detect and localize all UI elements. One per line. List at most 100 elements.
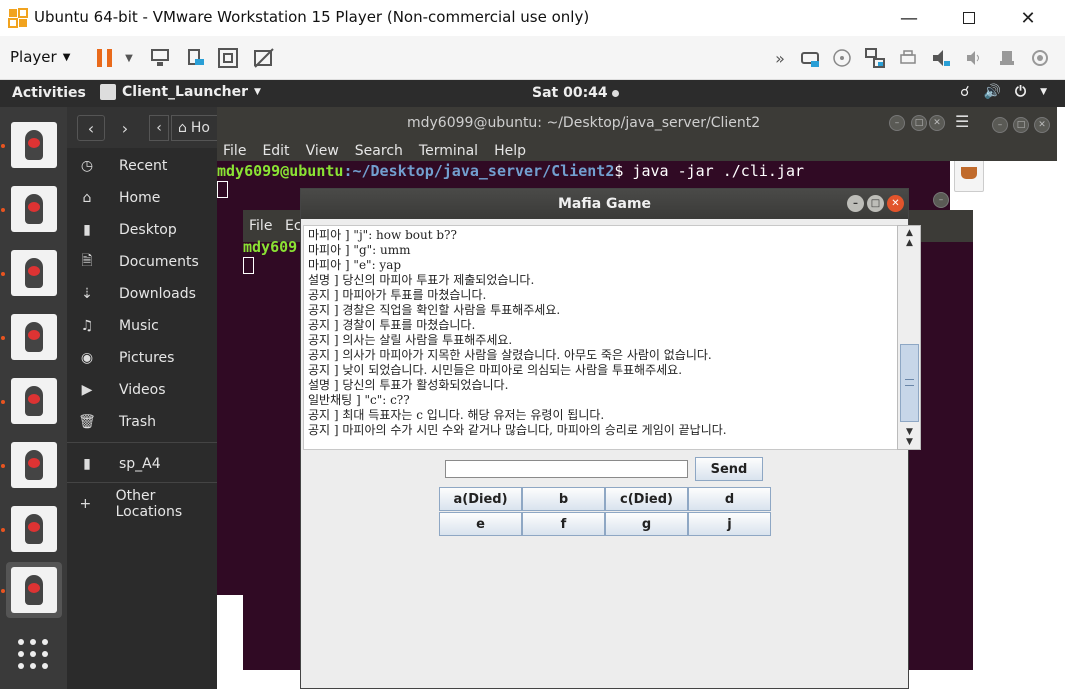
player-button-b[interactable]: b <box>522 487 605 511</box>
send-ctrl-alt-del-icon[interactable] <box>148 46 172 70</box>
send-button[interactable]: Send <box>695 457 763 481</box>
menu-terminal[interactable]: Terminal <box>419 143 478 159</box>
files-close-button[interactable]: ✕ <box>1034 117 1050 133</box>
forward-button[interactable]: › <box>111 115 139 141</box>
menu-file[interactable]: File <box>223 143 246 159</box>
sidebar-item-label: Recent <box>119 158 168 174</box>
sidebar-item-label: Music <box>119 318 159 334</box>
player-button-f[interactable]: f <box>522 512 605 536</box>
mafia-minimize-button[interactable]: – <box>847 195 864 212</box>
player-button-d[interactable]: d <box>688 487 771 511</box>
terminal-maximize-button[interactable]: □ <box>911 115 927 131</box>
maximize-icon <box>963 12 975 24</box>
show-applications-icon[interactable] <box>16 637 50 671</box>
running-indicator-icon <box>1 528 5 532</box>
back-button[interactable]: ‹ <box>77 115 105 141</box>
java-icon <box>11 186 57 232</box>
terminal-close-button[interactable]: ✕ <box>929 115 945 131</box>
hard-disk-icon[interactable] <box>798 46 822 70</box>
chat-input[interactable] <box>445 460 688 478</box>
dock-item-java[interactable] <box>6 437 62 493</box>
mafia-titlebar: Mafia Game – □ ✕ <box>301 189 908 219</box>
close-button[interactable]: ✕ <box>1006 4 1050 32</box>
dock-item-java[interactable] <box>6 373 62 429</box>
files-minimize-button[interactable]: – <box>992 117 1008 133</box>
home-icon: ⌂ <box>82 190 92 206</box>
sidebar-item-videos[interactable]: ▶ Videos <box>67 374 217 406</box>
path-left-button[interactable]: ‹ <box>149 115 169 141</box>
sidebar-item-recent[interactable]: ◷ Recent <box>67 150 217 182</box>
sidebar-item-home[interactable]: ⌂ Home <box>67 182 217 214</box>
maximize-button[interactable] <box>947 4 991 32</box>
message-icon[interactable] <box>1028 46 1052 70</box>
dock-item-java[interactable] <box>6 181 62 237</box>
files-maximize-button[interactable]: □ <box>1013 117 1029 133</box>
hamburger-menu-icon[interactable]: ☰ <box>955 112 969 131</box>
sidebar-item-downloads[interactable]: ⇣ Downloads <box>67 278 217 310</box>
pause-icon[interactable] <box>93 46 117 70</box>
sidebar-item-trash[interactable]: 🗑 Trash <box>67 406 217 438</box>
removable-devices-icon[interactable] <box>184 46 208 70</box>
printer-icon[interactable] <box>896 46 920 70</box>
activities-button[interactable]: Activities <box>12 85 86 101</box>
unity-icon[interactable] <box>252 46 276 70</box>
chat-log[interactable]: 마피아 ] "j": how bout b?? 마피아 ] "g": umm 마… <box>303 225 899 450</box>
clock[interactable]: Sat 00:44 <box>532 85 619 101</box>
sidebar-item-sp-a4[interactable]: ▮ sp_A4 <box>67 448 217 480</box>
mafia-maximize-button[interactable]: □ <box>867 195 884 212</box>
menu-search[interactable]: Search <box>355 143 403 159</box>
running-indicator-icon <box>1 400 5 404</box>
java-app-icon <box>100 84 116 100</box>
sidebar-item-documents[interactable]: 🗎 Documents <box>67 246 217 278</box>
usb-icon[interactable] <box>995 46 1019 70</box>
sidebar-item-pictures[interactable]: ◉ Pictures <box>67 342 217 374</box>
sidebar-item-other-locations[interactable]: + Other Locations <box>67 488 217 520</box>
dock-item-java-active[interactable] <box>6 562 62 618</box>
minimize-icon: — <box>900 7 918 29</box>
cd-icon[interactable] <box>830 46 854 70</box>
audio-icon[interactable] <box>962 46 986 70</box>
scrollbar-thumb[interactable] <box>900 344 919 422</box>
menu-view[interactable]: View <box>306 143 339 159</box>
mafia-close-button[interactable]: ✕ <box>887 195 904 212</box>
menu-file[interactable]: File <box>249 218 272 234</box>
chat-scrollbar[interactable]: ▲ ▲ ▼ ▼ <box>897 225 921 450</box>
sidebar-item-music[interactable]: ♫ Music <box>67 310 217 342</box>
desktop-file-label-1: t_ <box>972 202 984 217</box>
pause-dropdown-icon[interactable]: ▼ <box>121 46 137 70</box>
terminal-2-minimize-button[interactable]: – <box>933 192 949 208</box>
menu-help[interactable]: Help <box>494 143 526 159</box>
running-indicator-icon <box>1 208 5 212</box>
fullscreen-icon[interactable] <box>216 46 240 70</box>
minimize-button[interactable]: — <box>887 4 931 32</box>
menu-edit[interactable]: Edit <box>262 143 289 159</box>
system-tray[interactable]: ☌ 🔊 ⏻ ▼ <box>960 84 1047 100</box>
terminal-title: mdy6099@ubuntu: ~/Desktop/java_server/Cl… <box>407 115 761 131</box>
mafia-game-window: Mafia Game – □ ✕ 마피아 ] "j": how bout b??… <box>300 188 921 689</box>
sidebar-item-desktop[interactable]: ▮ Desktop <box>67 214 217 246</box>
player-button-e[interactable]: e <box>439 512 522 536</box>
player-button-c[interactable]: c(Died) <box>605 487 688 511</box>
player-button-a[interactable]: a(Died) <box>439 487 522 511</box>
player-button-g[interactable]: g <box>605 512 688 536</box>
mafia-title: Mafia Game <box>557 196 652 212</box>
terminal-minimize-button[interactable]: – <box>889 115 905 131</box>
scroll-up-icon[interactable]: ▲ <box>900 237 919 249</box>
path-home-button[interactable]: ⌂ Ho <box>171 115 219 141</box>
player-menu[interactable]: Player ▼ <box>10 48 70 66</box>
sound-icon[interactable] <box>929 46 953 70</box>
network-icon[interactable] <box>863 46 887 70</box>
scroll-bottom-icon[interactable]: ▼ <box>900 436 919 448</box>
dock-item-java[interactable] <box>6 309 62 365</box>
dock-item-java[interactable] <box>6 117 62 173</box>
home-icon: ⌂ <box>178 120 187 136</box>
fast-forward-icon[interactable]: » <box>768 46 792 70</box>
desktop-file-label-2: ger$ <box>972 220 1002 235</box>
app-menu[interactable]: Client_Launcher ▼ <box>100 84 261 100</box>
player-button-j[interactable]: j <box>688 512 771 536</box>
dock-item-java[interactable] <box>6 501 62 557</box>
prompt-user: mdy6099@ubuntu <box>217 162 344 180</box>
running-indicator-icon <box>1 144 5 148</box>
dock-item-java[interactable] <box>6 245 62 301</box>
running-indicator-icon <box>1 464 5 468</box>
